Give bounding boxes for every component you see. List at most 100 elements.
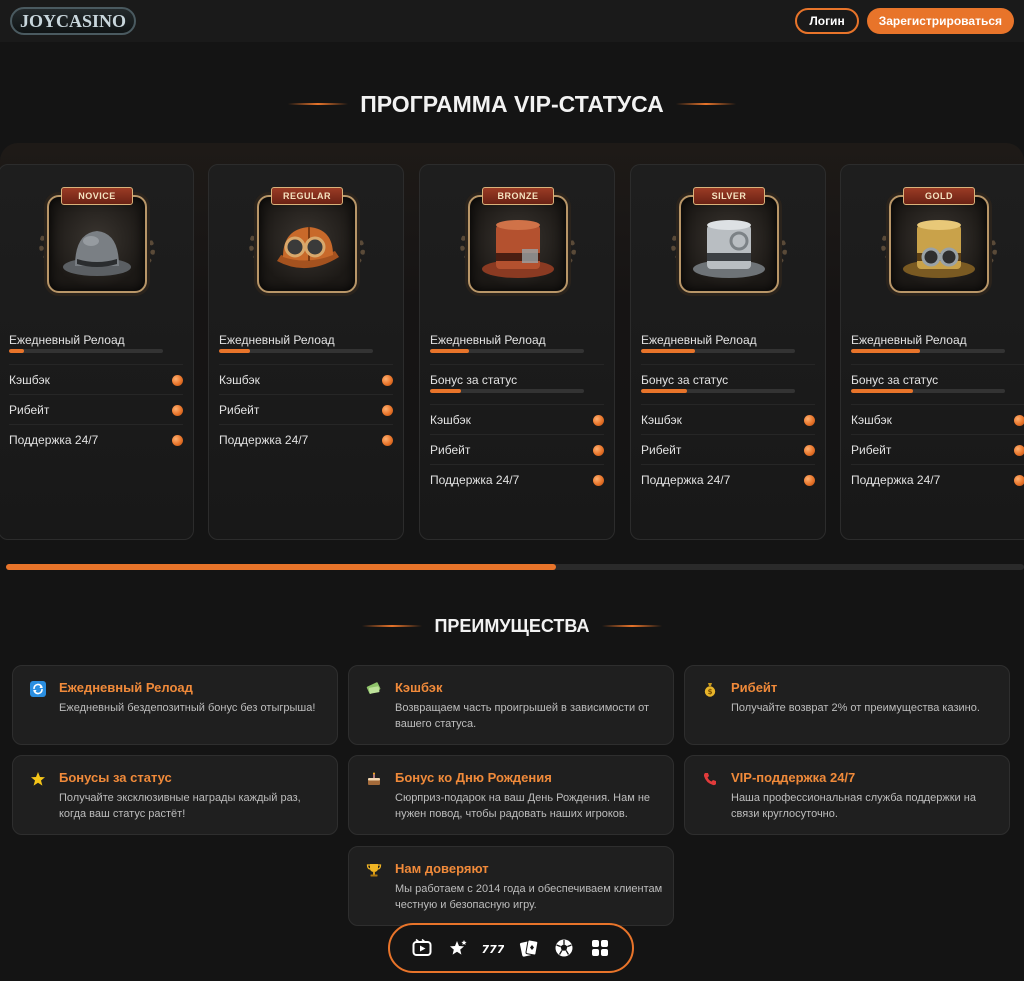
benefit-label: Кэшбэк — [851, 413, 892, 427]
benefit-label: Рибейт — [851, 443, 892, 457]
sports-ball-icon[interactable] — [553, 937, 575, 959]
login-button[interactable]: Логин — [795, 8, 859, 34]
vip-badge: BRONZE — [460, 181, 576, 293]
vip-card-bronze[interactable]: BRONZE Ежедневный Релоад Бонус за статус Кэ… — [419, 164, 615, 540]
title-decor-line — [362, 625, 423, 627]
vip-section-title: ПРОГРАММА VIP-СТАТУСА — [0, 88, 1024, 120]
benefit-progress-fill — [9, 349, 25, 353]
badge-ribbon-label: BRONZE — [482, 187, 554, 205]
benefit-progress-fill — [851, 389, 913, 393]
trophy-icon — [365, 861, 383, 879]
benefit-label: Бонус за статус — [851, 373, 939, 387]
benefit-label: Поддержка 24/7 — [430, 473, 520, 487]
benefit-progress-bar — [430, 349, 584, 353]
advantage-card: Бонусы за статус Получайте эксклюзивные н… — [12, 755, 338, 835]
silver-top-hat-icon — [693, 220, 765, 278]
cake-icon — [365, 770, 383, 788]
advantage-title: Рибейт — [731, 680, 778, 695]
benefit-included-icon — [804, 475, 815, 486]
advantage-description: Ежедневный бездепозитный бонус без отыгр… — [59, 702, 316, 714]
benefit-row: Поддержка 24/7 — [9, 425, 183, 455]
vip-card-silver[interactable]: SILVER Ежедневный Релоад Бонус за статус Кэ… — [630, 164, 826, 540]
benefit-progress-fill — [851, 349, 921, 353]
benefit-row: Кэшбэк — [219, 365, 393, 395]
advantage-title: VIP-поддержка 24/7 — [731, 770, 856, 785]
benefit-progress-bar — [9, 349, 163, 353]
vip-badge: REGULAR — [249, 181, 365, 293]
joycasino-logo[interactable]: JOYCASINO — [10, 7, 137, 35]
benefit-progress-fill — [430, 349, 469, 353]
grid-menu-icon[interactable] — [589, 937, 611, 959]
favorites-stars-icon[interactable] — [447, 937, 469, 959]
vip-card-benefits: Ежедневный Релоад Бонус за статус Кэшбэк Ри… — [851, 325, 1024, 495]
benefit-label: Рибейт — [430, 443, 471, 457]
advantage-description: Получайте эксклюзивные награды каждый ра… — [59, 792, 301, 820]
benefit-included-icon — [1014, 415, 1024, 426]
benefit-included-icon — [593, 415, 604, 426]
badge-ribbon-label: GOLD — [903, 187, 975, 205]
benefit-label: Рибейт — [641, 443, 682, 457]
advantages-title-text: ПРЕИМУЩЕСТВА — [434, 615, 590, 636]
register-button[interactable]: Зарегистрироваться — [866, 8, 1014, 34]
benefit-included-icon — [382, 435, 393, 446]
benefit-label: Поддержка 24/7 — [219, 433, 309, 447]
vip-badge: SILVER — [671, 181, 787, 293]
benefit-row: Бонус за статус — [641, 365, 815, 405]
reload-icon — [29, 680, 47, 698]
benefit-label: Бонус за статус — [641, 373, 729, 387]
cards-icon[interactable] — [518, 937, 540, 959]
advantage-title: Бонусы за статус — [59, 770, 172, 785]
benefit-label: Бонус за статус — [430, 373, 518, 387]
benefit-row: Ежедневный Релоад — [851, 325, 1024, 365]
benefit-progress-fill — [430, 389, 461, 393]
benefit-included-icon — [172, 375, 183, 386]
benefit-row: Рибейт — [641, 435, 815, 465]
svg-text:777: 777 — [482, 943, 504, 956]
benefit-label: Кэшбэк — [641, 413, 682, 427]
benefit-label: Кэшбэк — [430, 413, 471, 427]
benefit-row: Поддержка 24/7 — [430, 465, 604, 495]
advantage-description: Сюрприз-подарок на ваш День Рождения. На… — [395, 792, 651, 820]
benefit-row: Ежедневный Релоад — [9, 325, 183, 365]
top-header: JOYCASINO Логин Зарегистрироваться — [0, 0, 1024, 42]
benefit-included-icon — [804, 445, 815, 456]
vip-card-regular[interactable]: REGULAR Ежедневный Релоад Кэшбэк Рибейт Подд… — [208, 164, 404, 540]
advantage-description: Наша профессиональная служба поддержки н… — [731, 792, 976, 820]
vip-card-gold[interactable]: GOLD Ежедневный Релоад Бонус за статус Кэшб… — [840, 164, 1024, 540]
benefit-label: Рибейт — [9, 403, 50, 417]
vip-card-benefits: Ежедневный Релоад Кэшбэк Рибейт Поддержка 2… — [219, 325, 393, 455]
badge-ribbon-label: REGULAR — [271, 187, 343, 205]
benefit-label: Кэшбэк — [9, 373, 50, 387]
vip-card-benefits: Ежедневный Релоад Бонус за статус Кэшбэк Ри… — [641, 325, 815, 495]
svg-text:$: $ — [708, 688, 713, 696]
benefit-label: Поддержка 24/7 — [851, 473, 941, 487]
slots-777-icon[interactable]: 777 — [482, 937, 504, 959]
benefit-label: Ежедневный Релоад — [219, 333, 335, 347]
benefit-row: Поддержка 24/7 — [641, 465, 815, 495]
benefit-included-icon — [593, 475, 604, 486]
vip-card-novice[interactable]: NOVICE Ежедневный Релоад Кэшбэк Рибейт Подде… — [0, 164, 194, 540]
benefit-progress-fill — [641, 349, 695, 353]
benefit-row: Кэшбэк — [641, 405, 815, 435]
benefit-row: Кэшбэк — [9, 365, 183, 395]
advantage-card: $ Рибейт Получайте возврат 2% от преимущес… — [684, 665, 1010, 745]
cashback-icon — [365, 680, 383, 698]
advantage-title: Кэшбэк — [395, 680, 443, 695]
deerstalker-hat-icon — [277, 227, 339, 269]
live-video-icon[interactable] — [411, 937, 433, 959]
advantage-title: Ежедневный Релоад — [59, 680, 193, 695]
benefit-progress-bar — [641, 389, 795, 393]
benefit-progress-fill — [219, 349, 250, 353]
benefit-label: Поддержка 24/7 — [9, 433, 99, 447]
benefit-row: Рибейт — [219, 395, 393, 425]
cards-scrollbar-thumb[interactable] — [6, 564, 556, 570]
benefit-row: Рибейт — [9, 395, 183, 425]
cards-scrollbar[interactable] — [6, 564, 1024, 570]
benefit-label: Ежедневный Релоад — [9, 333, 125, 347]
advantage-card: Кэшбэк Возвращаем часть проигрышей в зави… — [348, 665, 674, 745]
benefit-included-icon — [382, 405, 393, 416]
vip-badge: NOVICE — [39, 181, 155, 293]
benefit-row: Ежедневный Релоад — [219, 325, 393, 365]
benefit-included-icon — [593, 445, 604, 456]
money-bag-icon: $ — [701, 680, 719, 698]
